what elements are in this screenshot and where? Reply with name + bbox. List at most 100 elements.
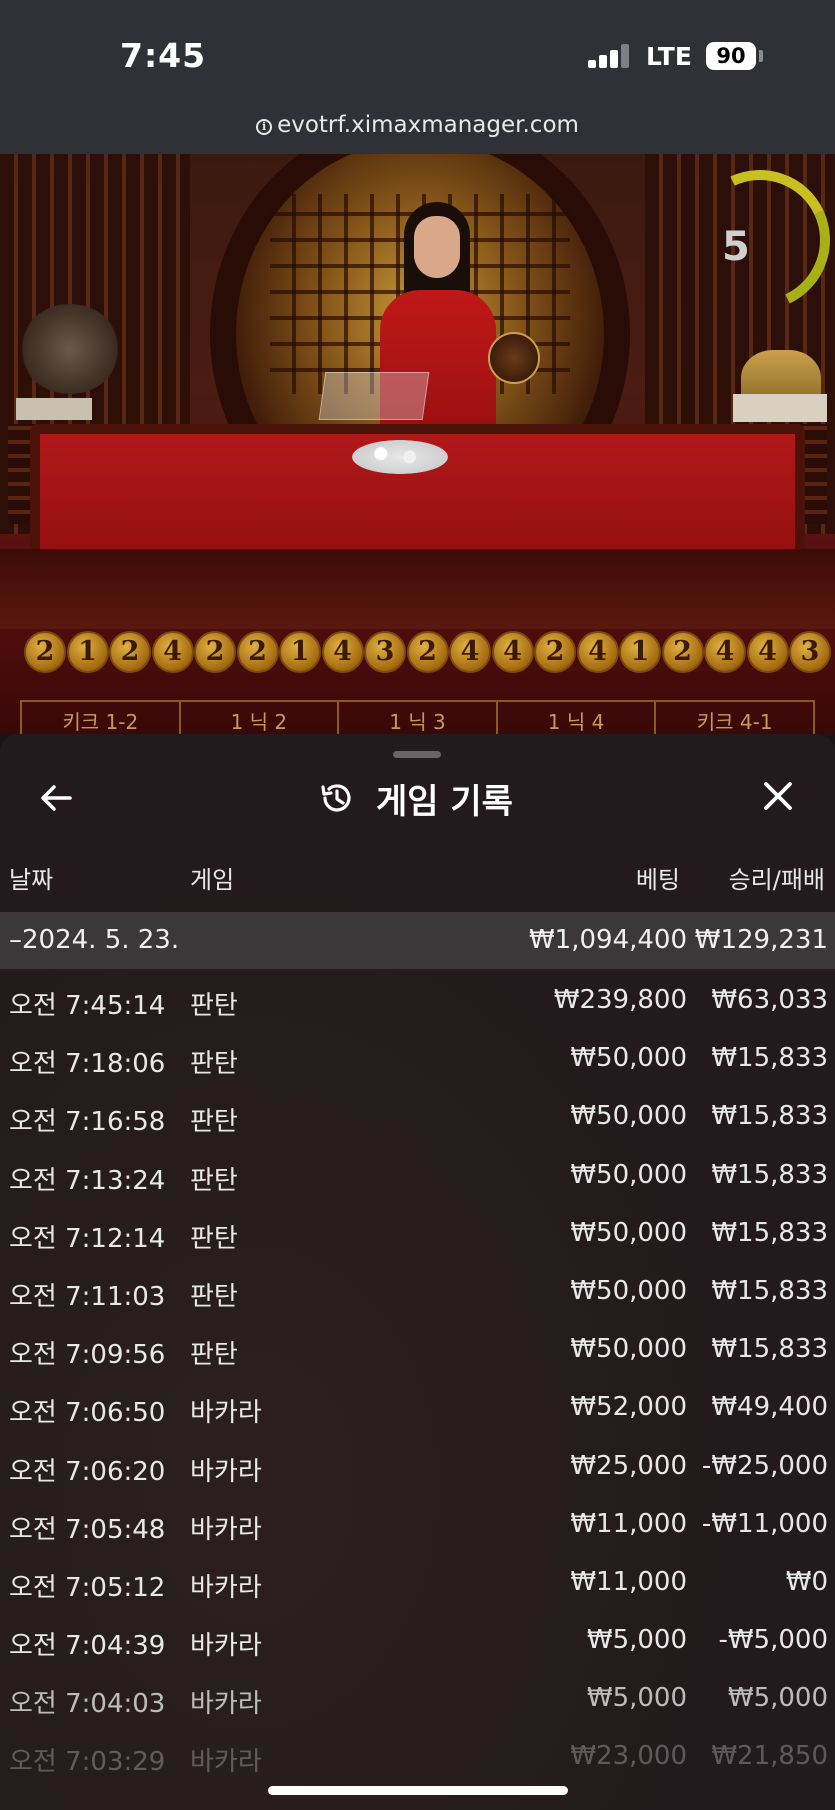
result-ball: 1 [66, 631, 109, 673]
row-time: 오전 7:45:14 [9, 991, 166, 1021]
row-win-loss: ₩21,850 [711, 1741, 828, 1772]
info-icon[interactable]: i [256, 119, 273, 135]
history-row[interactable]: 오전 7:06:50 바카라 ₩52,000 ₩49,400 [0, 1377, 835, 1435]
bet-option[interactable]: 키크 4-1 [656, 702, 813, 734]
home-indicator[interactable] [268, 1786, 568, 1795]
result-ball: 2 [194, 631, 236, 673]
result-ball: 4 [704, 631, 746, 673]
history-list: 오전 7:45:14 판탄 ₩239,800 ₩63,033 오전 7:18:06 판탄 ₩… [0, 970, 835, 1785]
url-bar[interactable]: i evotrf.ximaxmanager.com [0, 100, 835, 154]
result-ball: 4 [449, 631, 491, 673]
row-game: 바카라 [190, 1572, 262, 1603]
result-ball: 4 [576, 631, 619, 673]
day-date: –2024. 5. 23. [9, 925, 180, 955]
sheet-drag-handle[interactable] [393, 751, 441, 758]
row-time: 오전 7:06:50 [9, 1398, 166, 1429]
row-game: 판탄 [190, 1223, 238, 1254]
sheet-header: 게임 기록 [318, 776, 513, 822]
row-bet: ₩50,000 [570, 1217, 687, 1248]
row-game: 판탄 [190, 1049, 238, 1080]
history-row[interactable]: 오전 7:18:06 판탄 ₩50,000 ₩15,833 [0, 1028, 835, 1086]
row-time: 오전 7:04:39 [9, 1631, 166, 1662]
row-time: 오전 7:04:03 [9, 1689, 166, 1720]
result-ball: 2 [534, 631, 576, 673]
row-win-loss: ₩15,833 [711, 1275, 828, 1306]
row-win-loss: ₩49,400 [711, 1392, 828, 1423]
row-win-loss: -₩25,000 [701, 1450, 828, 1481]
bet-option[interactable]: 1 닉 2 [181, 702, 340, 734]
history-row[interactable]: 오전 7:45:14 판탄 ₩239,800 ₩63,033 [0, 970, 835, 1028]
row-bet: ₩50,000 [570, 1043, 687, 1074]
table-rim [0, 549, 835, 629]
history-row[interactable]: 오전 7:06:20 바카라 ₩25,000 -₩25,000 [0, 1436, 835, 1494]
bet-options: 키크 1-2 1 닉 21 닉 31 닉 4 키크 4-1 [20, 700, 815, 734]
history-row[interactable]: 오전 7:05:12 바카라 ₩11,000 ₩0 [0, 1552, 835, 1610]
history-row[interactable]: 오전 7:03:29 바카라 ₩23,000 ₩21,850 [0, 1726, 835, 1784]
day-total-win-loss: ₩129,231 [694, 925, 828, 955]
row-time: 오전 7:06:20 [9, 1456, 166, 1487]
header-game: 게임 [190, 866, 235, 894]
result-ball: 4 [321, 631, 364, 673]
row-bet: ₩239,800 [553, 985, 687, 1015]
result-ball: 4 [746, 631, 789, 673]
status-bar: 7:45 LTE 90 [0, 0, 835, 100]
row-time: 오전 7:18:06 [9, 1049, 166, 1080]
result-ball: 2 [236, 631, 279, 673]
bet-option[interactable]: 키크 1-2 [22, 702, 181, 734]
history-row[interactable]: 오전 7:11:03 판탄 ₩50,000 ₩15,833 [0, 1261, 835, 1319]
column-headers: 날짜 게임 베팅 승리/패배 [0, 860, 835, 894]
row-game: 판탄 [190, 1165, 238, 1196]
result-ball: 3 [789, 631, 831, 673]
row-bet: ₩50,000 [570, 1275, 687, 1306]
network-label: LTE [646, 42, 692, 71]
result-ball: 2 [406, 631, 449, 673]
row-time: 오전 7:11:03 [9, 1281, 166, 1312]
row-bet: ₩11,000 [570, 1508, 687, 1539]
bet-option[interactable]: 1 닉 4 [498, 702, 657, 734]
day-total-bet: ₩1,094,400 [528, 925, 687, 955]
history-row[interactable]: 오전 7:12:14 판탄 ₩50,000 ₩15,833 [0, 1203, 835, 1261]
results-history: 2124221432442412443 [24, 631, 835, 683]
row-time: 오전 7:16:58 [9, 1107, 166, 1138]
header-win-loss: 승리/패배 [728, 866, 825, 894]
row-bet: ₩5,000 [586, 1625, 687, 1656]
row-win-loss: ₩15,833 [711, 1043, 828, 1074]
day-summary-row[interactable]: –2024. 5. 23. ₩1,094,400 ₩129,231 [0, 912, 835, 969]
row-game: 바카라 [190, 1456, 262, 1487]
dragon-base [733, 394, 827, 422]
history-row[interactable]: 오전 7:09:56 판탄 ₩50,000 ₩15,833 [0, 1319, 835, 1377]
row-bet: ₩50,000 [570, 1334, 687, 1365]
row-win-loss: ₩15,833 [711, 1334, 828, 1365]
row-win-loss: ₩15,833 [711, 1101, 828, 1132]
result-ball: 4 [151, 631, 194, 673]
history-row[interactable]: 오전 7:13:24 판탄 ₩50,000 ₩15,833 [0, 1145, 835, 1203]
row-bet: ₩25,000 [570, 1450, 687, 1481]
row-bet: ₩50,000 [570, 1101, 687, 1132]
result-ball: 1 [619, 631, 661, 673]
row-game: 판탄 [190, 991, 238, 1021]
history-row[interactable]: 오전 7:04:39 바카라 ₩5,000 -₩5,000 [0, 1610, 835, 1668]
signal-icon [588, 44, 632, 68]
close-icon[interactable] [758, 776, 798, 816]
bet-option[interactable]: 1 닉 3 [339, 702, 498, 734]
result-ball: 1 [279, 631, 321, 673]
back-arrow-icon[interactable] [36, 778, 76, 818]
battery-tip [759, 50, 763, 62]
row-time: 오전 7:05:12 [9, 1572, 166, 1603]
row-bet: ₩11,000 [570, 1566, 687, 1597]
row-win-loss: ₩5,000 [727, 1683, 828, 1714]
dealer-bowl [488, 332, 540, 384]
row-bet: ₩50,000 [570, 1159, 687, 1190]
bead-pile [352, 440, 448, 474]
row-game: 바카라 [190, 1631, 262, 1662]
sheet-title: 게임 기록 [376, 781, 513, 822]
countdown-number: 5 [722, 224, 750, 270]
history-row[interactable]: 오전 7:04:03 바카라 ₩5,000 ₩5,000 [0, 1668, 835, 1726]
row-time: 오전 7:03:29 [9, 1747, 166, 1778]
row-bet: ₩5,000 [586, 1683, 687, 1714]
history-row[interactable]: 오전 7:16:58 판탄 ₩50,000 ₩15,833 [0, 1086, 835, 1144]
header-bet: 베팅 [635, 866, 680, 894]
battery-icon: 90 [706, 42, 756, 70]
row-win-loss: -₩5,000 [718, 1625, 828, 1656]
history-row[interactable]: 오전 7:05:48 바카라 ₩11,000 -₩11,000 [0, 1494, 835, 1552]
